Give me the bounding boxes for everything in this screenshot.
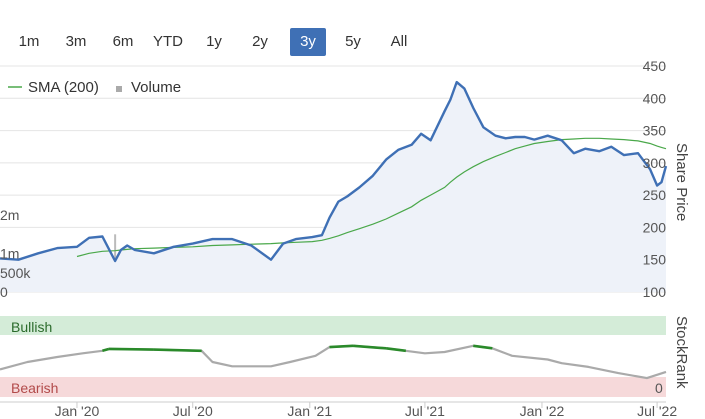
- y-tick-label: 300: [643, 155, 667, 171]
- x-tick-label: Jan '22: [520, 403, 565, 419]
- x-axis-ticks: Jan '20 Jul '20 Jan '21 Jul '21 Jan '22 Jul '…: [55, 402, 677, 419]
- x-tick-label: Jul '22: [637, 403, 677, 419]
- stockrank-bullish-segment: [108, 347, 154, 351]
- stockrank-bullish-segment: [329, 344, 354, 349]
- price-area: [0, 82, 666, 292]
- y-axis-title: Share Price: [673, 143, 690, 221]
- legend-volume-swatch: [116, 86, 122, 92]
- y-tick-label: 250: [643, 187, 667, 203]
- stockrank-bullish-segment: [352, 344, 387, 350]
- stockrank-bullish-segment: [385, 347, 406, 353]
- volume-tick-label: 0: [0, 284, 8, 300]
- bullish-band: [0, 316, 666, 335]
- x-tick-label: Jan '20: [55, 403, 100, 419]
- bearish-value: 0: [655, 380, 663, 396]
- bullish-label: Bullish: [11, 319, 52, 335]
- legend-volume-label: Volume: [131, 79, 181, 96]
- y-tick-label: 200: [643, 219, 667, 235]
- stockrank-bullish-segment: [473, 344, 493, 350]
- y-tick-label: 400: [643, 90, 667, 106]
- price-chart: 450 400 350 300 250 200 150 100 2m 1m 500k 0 Share…: [0, 58, 690, 419]
- legend-sma-label: SMA (200): [28, 79, 99, 96]
- stock-chart-widget: 1m 3m 6m YTD 1y 2y 3y 5y All 450 400 350 300 250 200 1…: [0, 0, 705, 419]
- legend: SMA (200) Volume: [8, 79, 181, 96]
- y-tick-label: 450: [643, 58, 667, 74]
- x-tick-label: Jul '20: [173, 403, 213, 419]
- y-tick-label: 150: [643, 252, 667, 268]
- x-tick-label: Jul '21: [405, 403, 445, 419]
- stockrank-axis-title: StockRank: [673, 316, 690, 389]
- y-tick-label: 350: [643, 123, 667, 139]
- y-tick-label: 100: [643, 284, 667, 300]
- volume-tick-label: 500k: [0, 265, 31, 281]
- stockrank-bullish-segment: [153, 348, 202, 353]
- x-tick-label: Jan '21: [287, 403, 332, 419]
- stockrank-bullish-segment: [102, 347, 110, 353]
- volume-tick-label: 1m: [0, 246, 19, 262]
- stockrank-bullish-segments: [102, 344, 493, 353]
- stockrank-line: [0, 344, 667, 380]
- bearish-label: Bearish: [11, 380, 58, 396]
- bearish-band: [0, 377, 666, 397]
- volume-tick-label: 2m: [0, 207, 19, 223]
